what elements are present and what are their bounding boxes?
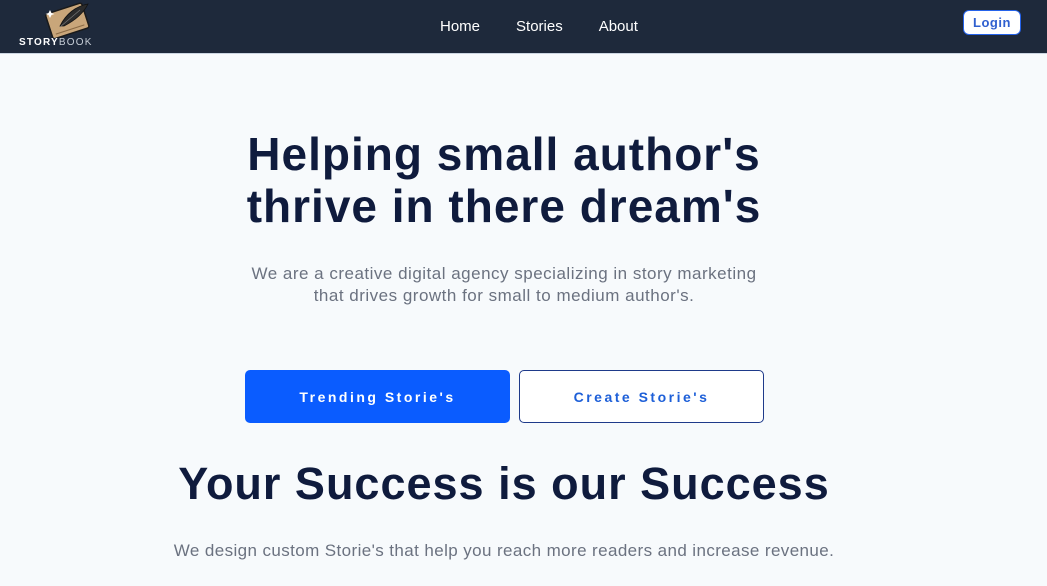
top-navbar: STORYBOOK Home Stories About Login bbox=[0, 0, 1047, 54]
brand-logo-link[interactable]: STORYBOOK bbox=[18, 0, 118, 54]
hero-title-line2: thrive in there dream's bbox=[246, 180, 762, 232]
hero-title-line1: Helping small author's bbox=[247, 128, 761, 180]
brand-name-part2: BOOK bbox=[58, 37, 93, 48]
success-section-subtitle: We design custom Storie's that help you … bbox=[173, 541, 835, 560]
hero-title: Helping small author's thrive in there d… bbox=[0, 128, 1008, 232]
main-nav: Home Stories About bbox=[440, 0, 638, 54]
nav-item-about[interactable]: About bbox=[599, 4, 638, 50]
nav-item-stories[interactable]: Stories bbox=[516, 4, 563, 50]
brand-wordmark: STORYBOOK bbox=[19, 37, 93, 48]
book-quill-icon bbox=[44, 2, 90, 38]
nav-item-home[interactable]: Home bbox=[440, 4, 480, 50]
brand-name-part1: STORY bbox=[19, 37, 59, 48]
hero-subtitle-line1: We are a creative digital agency special… bbox=[251, 264, 757, 283]
success-section-title: Your Success is our Success bbox=[178, 458, 830, 509]
trending-stories-button[interactable]: Trending Storie's bbox=[245, 370, 510, 423]
hero-subtitle-line2: that drives growth for small to medium a… bbox=[313, 286, 695, 305]
create-stories-button[interactable]: Create Storie's bbox=[519, 370, 764, 423]
hero-subtitle: We are a creative digital agency special… bbox=[0, 263, 1008, 307]
login-button[interactable]: Login bbox=[963, 10, 1021, 35]
